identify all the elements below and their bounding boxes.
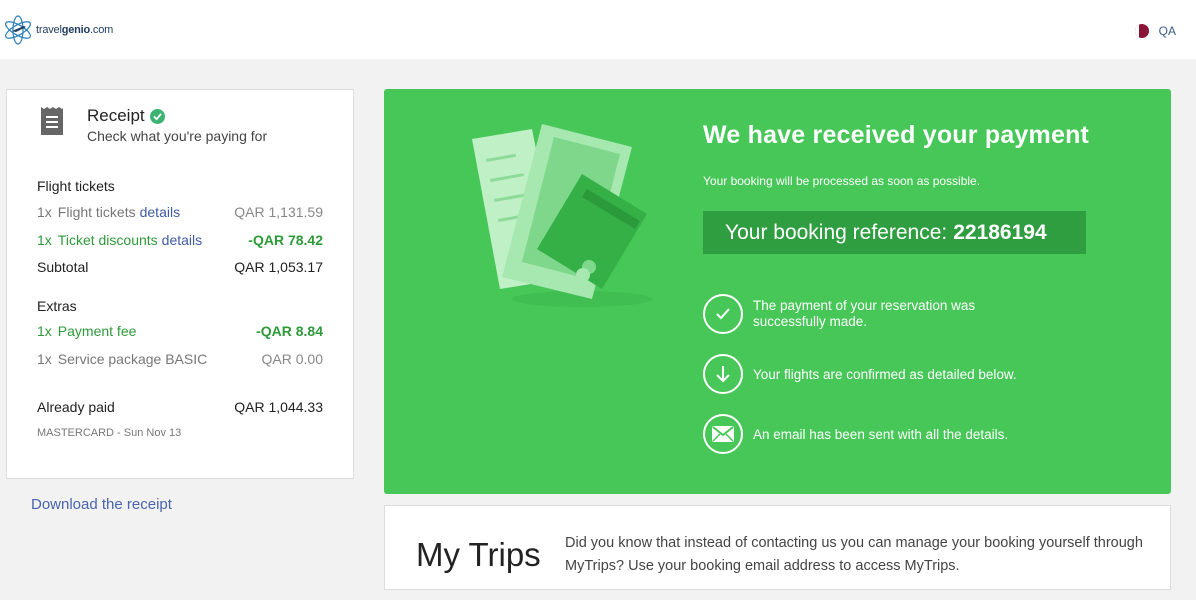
language-label: QA: [1158, 24, 1176, 38]
details-link[interactable]: details: [140, 204, 180, 220]
mytrips-title: My Trips: [416, 536, 541, 573]
banner-subtitle: Your booking will be processed as soon a…: [703, 174, 981, 188]
status-payment-made: The payment of your reservation was succ…: [703, 294, 1023, 334]
qatar-flag-icon: [1134, 24, 1149, 38]
travelgenio-logo[interactable]: travelgenio.com: [2, 14, 113, 46]
booking-reference: Your booking reference: 22186194: [703, 211, 1086, 254]
booking-reference-number: 22186194: [953, 220, 1047, 244]
receipt-panel: Receipt Check what you're paying for Fli…: [6, 89, 354, 479]
top-header: travelgenio.com QA: [0, 0, 1196, 59]
details-link[interactable]: details: [162, 232, 202, 248]
already-paid-row: Already paid QAR 1,044.33: [37, 399, 323, 415]
check-icon: [149, 108, 165, 124]
subtotal-row: Subtotal QAR 1,053.17: [37, 259, 323, 275]
receipt-title: Receipt: [87, 106, 145, 125]
envelope-icon: [703, 414, 743, 454]
flight-tickets-heading: Flight tickets: [37, 178, 115, 194]
extras-heading: Extras: [37, 298, 77, 314]
mytrips-description: Did you know that instead of contacting …: [565, 535, 1143, 574]
arrow-down-icon: [703, 354, 743, 394]
mytrips-panel: My Trips Did you know that instead of co…: [384, 505, 1171, 590]
atom-plane-icon: [5, 15, 31, 45]
receipt-line-item: 1x Ticket discounts details -QAR 78.42: [37, 232, 323, 248]
line-item-value: QAR 1,131.59: [234, 204, 323, 220]
receipt-line-item: 1x Payment fee -QAR 8.84: [37, 323, 323, 339]
payment-method: MASTERCARD - Sun Nov 13: [37, 427, 182, 439]
ticket-and-card-illustration: [472, 124, 652, 307]
status-flights-confirmed: Your flights are confirmed as detailed b…: [703, 354, 1017, 394]
check-icon: [703, 294, 743, 334]
receipt-subtitle: Check what you're paying for: [87, 128, 268, 144]
line-item-value: -QAR 78.42: [248, 232, 323, 248]
status-email-sent: An email has been sent with all the deta…: [703, 414, 1008, 454]
language-selector[interactable]: QA: [1134, 24, 1176, 38]
payment-confirmation-banner: We have received your payment Your booki…: [384, 89, 1171, 494]
banner-title: We have received your payment: [703, 121, 1090, 149]
download-receipt-link[interactable]: Download the receipt: [31, 496, 172, 513]
receipt-line-item: 1x Flight tickets details QAR 1,131.59: [37, 204, 323, 220]
receipt-icon: [41, 107, 63, 135]
receipt-line-item: 1x Service package BASIC QAR 0.00: [37, 351, 323, 367]
